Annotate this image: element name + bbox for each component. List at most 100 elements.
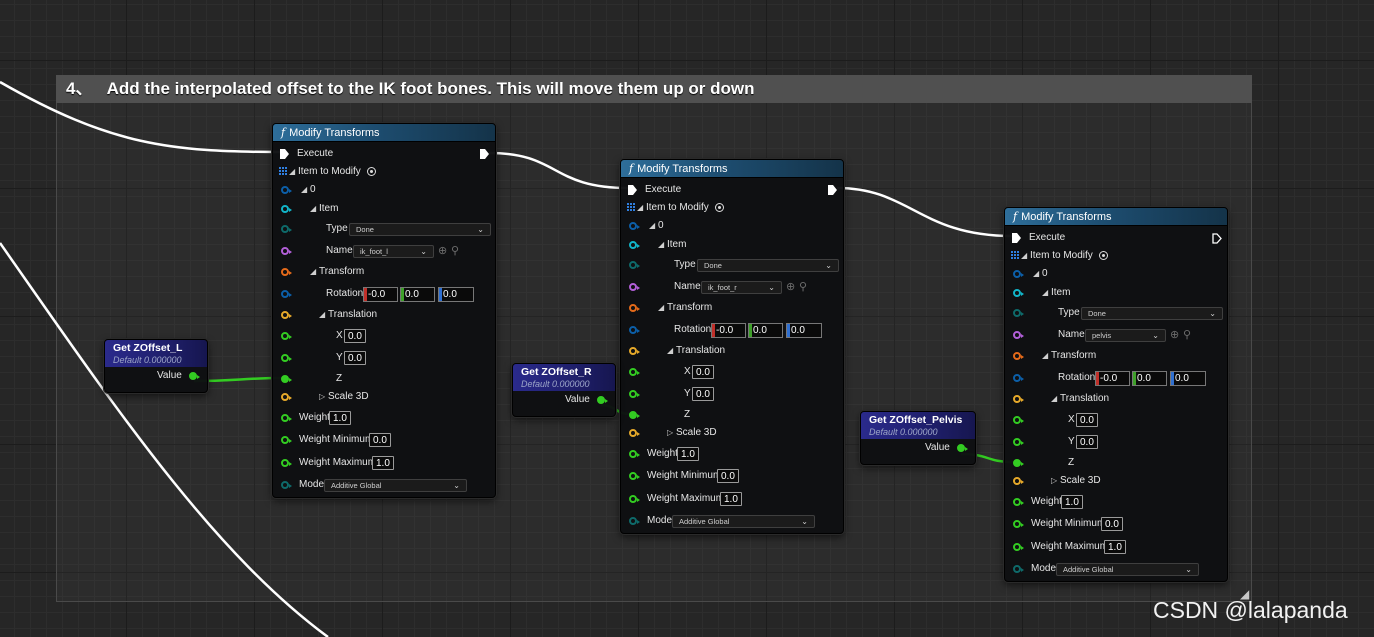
name-pin-icon[interactable] <box>629 283 640 291</box>
rotation-yaw-input[interactable]: 0.0 <box>1170 371 1206 386</box>
float-pin-icon[interactable] <box>281 332 292 340</box>
rotation-roll-input[interactable]: -0.0 <box>1095 371 1130 386</box>
type-dropdown[interactable]: Done ⌄ <box>697 259 839 272</box>
float-pin-connected-icon[interactable] <box>281 375 292 383</box>
getter-header[interactable]: Get ZOffset_L Default 0.000000 <box>105 340 207 367</box>
struct-pin-icon[interactable] <box>629 241 640 249</box>
rotator-pin-icon[interactable] <box>629 326 640 334</box>
enum-pin-icon[interactable] <box>629 517 640 525</box>
float-pin-connected-icon[interactable] <box>1013 459 1024 467</box>
rotation-yaw-input[interactable]: 0.0 <box>438 287 474 302</box>
weight-max-input[interactable]: 1.0 <box>372 456 394 470</box>
weight-input[interactable]: 1.0 <box>677 447 699 461</box>
get-zoffset-r-node[interactable]: Get ZOffset_R Default 0.000000 Value <box>512 363 616 417</box>
float-pin-icon[interactable] <box>281 354 292 362</box>
expand-triangle-icon[interactable]: ▷ <box>1051 472 1057 490</box>
add-pin-icon[interactable] <box>367 167 376 176</box>
search-icon[interactable]: ⚲ <box>1183 329 1191 341</box>
float-pin-icon[interactable] <box>629 368 640 376</box>
reset-arrow-icon[interactable]: ⊕ <box>786 281 795 293</box>
collapse-triangle-icon[interactable]: ◢ <box>1033 265 1039 283</box>
get-zoffset-pelvis-node[interactable]: Get ZOffset_Pelvis Default 0.000000 Valu… <box>860 411 976 465</box>
vector-pin-icon[interactable] <box>281 311 292 319</box>
mode-dropdown[interactable]: Additive Global ⌄ <box>324 479 467 492</box>
translation-y-input[interactable]: 0.0 <box>344 351 366 365</box>
float-pin-icon[interactable] <box>629 450 640 458</box>
collapse-triangle-icon[interactable]: ◢ <box>1042 284 1048 302</box>
node-header[interactable]: f Modify Transforms <box>1005 208 1227 226</box>
translation-y-input[interactable]: 0.0 <box>692 387 714 401</box>
vector-pin-icon[interactable] <box>281 393 292 401</box>
struct-pin-icon[interactable] <box>1013 289 1024 297</box>
type-dropdown[interactable]: Done ⌄ <box>1081 307 1223 320</box>
float-out-pin-icon[interactable] <box>597 396 608 404</box>
weight-input[interactable]: 1.0 <box>329 411 351 425</box>
weight-min-input[interactable]: 0.0 <box>369 433 391 447</box>
add-pin-icon[interactable] <box>715 203 724 212</box>
collapse-triangle-icon[interactable]: ◢ <box>289 163 295 181</box>
translation-x-input[interactable]: 0.0 <box>1076 413 1098 427</box>
expand-triangle-icon[interactable]: ▷ <box>667 424 673 442</box>
float-pin-icon[interactable] <box>629 472 640 480</box>
rotation-roll-input[interactable]: -0.0 <box>711 323 746 338</box>
enum-pin-icon[interactable] <box>1013 309 1024 317</box>
array-grid-icon[interactable] <box>1011 251 1020 260</box>
weight-max-input[interactable]: 1.0 <box>720 492 742 506</box>
weight-input[interactable]: 1.0 <box>1061 495 1083 509</box>
enum-pin-icon[interactable] <box>281 225 292 233</box>
rotation-yaw-input[interactable]: 0.0 <box>786 323 822 338</box>
collapse-triangle-icon[interactable]: ◢ <box>658 299 664 317</box>
struct-pin-icon[interactable] <box>629 222 640 230</box>
expand-triangle-icon[interactable]: ▷ <box>319 388 325 406</box>
name-dropdown[interactable]: ik_foot_l ⌄ <box>353 245 434 258</box>
getter-header[interactable]: Get ZOffset_R Default 0.000000 <box>513 364 615 391</box>
collapse-triangle-icon[interactable]: ◢ <box>1042 347 1048 365</box>
float-pin-icon[interactable] <box>281 459 292 467</box>
transform-pin-icon[interactable] <box>1013 352 1024 360</box>
vector-pin-icon[interactable] <box>629 429 640 437</box>
collapse-triangle-icon[interactable]: ◢ <box>301 181 307 199</box>
float-pin-icon[interactable] <box>1013 498 1024 506</box>
rotation-roll-input[interactable]: -0.0 <box>363 287 398 302</box>
rotation-pitch-input[interactable]: 0.0 <box>400 287 435 302</box>
collapse-triangle-icon[interactable]: ◢ <box>319 306 325 324</box>
enum-pin-icon[interactable] <box>1013 565 1024 573</box>
transform-pin-icon[interactable] <box>629 304 640 312</box>
node-header[interactable]: f Modify Transforms <box>621 160 843 178</box>
weight-min-input[interactable]: 0.0 <box>717 469 739 483</box>
name-dropdown[interactable]: pelvis ⌄ <box>1085 329 1166 342</box>
get-zoffset-l-node[interactable]: Get ZOffset_L Default 0.000000 Value <box>104 339 208 393</box>
collapse-triangle-icon[interactable]: ◢ <box>637 199 643 217</box>
collapse-triangle-icon[interactable]: ◢ <box>649 217 655 235</box>
rotator-pin-icon[interactable] <box>281 290 292 298</box>
reset-arrow-icon[interactable]: ⊕ <box>438 245 447 257</box>
collapse-triangle-icon[interactable]: ◢ <box>310 200 316 218</box>
mode-dropdown[interactable]: Additive Global ⌄ <box>672 515 815 528</box>
name-dropdown[interactable]: ik_foot_r ⌄ <box>701 281 782 294</box>
float-pin-icon[interactable] <box>1013 543 1024 551</box>
enum-pin-icon[interactable] <box>629 261 640 269</box>
array-grid-icon[interactable] <box>279 167 288 176</box>
float-pin-icon[interactable] <box>1013 520 1024 528</box>
float-pin-connected-icon[interactable] <box>629 411 640 419</box>
struct-pin-icon[interactable] <box>281 205 292 213</box>
translation-x-input[interactable]: 0.0 <box>692 365 714 379</box>
search-icon[interactable]: ⚲ <box>451 245 459 257</box>
collapse-triangle-icon[interactable]: ◢ <box>310 263 316 281</box>
float-pin-icon[interactable] <box>281 414 292 422</box>
float-out-pin-icon[interactable] <box>957 444 968 452</box>
modify-transforms-node-foot-r[interactable]: f Modify Transforms Execute ◢ Item to Mod… <box>620 159 844 534</box>
translation-y-input[interactable]: 0.0 <box>1076 435 1098 449</box>
getter-header[interactable]: Get ZOffset_Pelvis Default 0.000000 <box>861 412 975 439</box>
search-icon[interactable]: ⚲ <box>799 281 807 293</box>
node-header[interactable]: f Modify Transforms <box>273 124 495 142</box>
vector-pin-icon[interactable] <box>1013 477 1024 485</box>
array-grid-icon[interactable] <box>627 203 636 212</box>
float-out-pin-icon[interactable] <box>189 372 200 380</box>
translation-x-input[interactable]: 0.0 <box>344 329 366 343</box>
float-pin-icon[interactable] <box>281 436 292 444</box>
collapse-triangle-icon[interactable]: ◢ <box>1051 390 1057 408</box>
collapse-triangle-icon[interactable]: ◢ <box>1021 247 1027 265</box>
weight-max-input[interactable]: 1.0 <box>1104 540 1126 554</box>
name-pin-icon[interactable] <box>281 247 292 255</box>
